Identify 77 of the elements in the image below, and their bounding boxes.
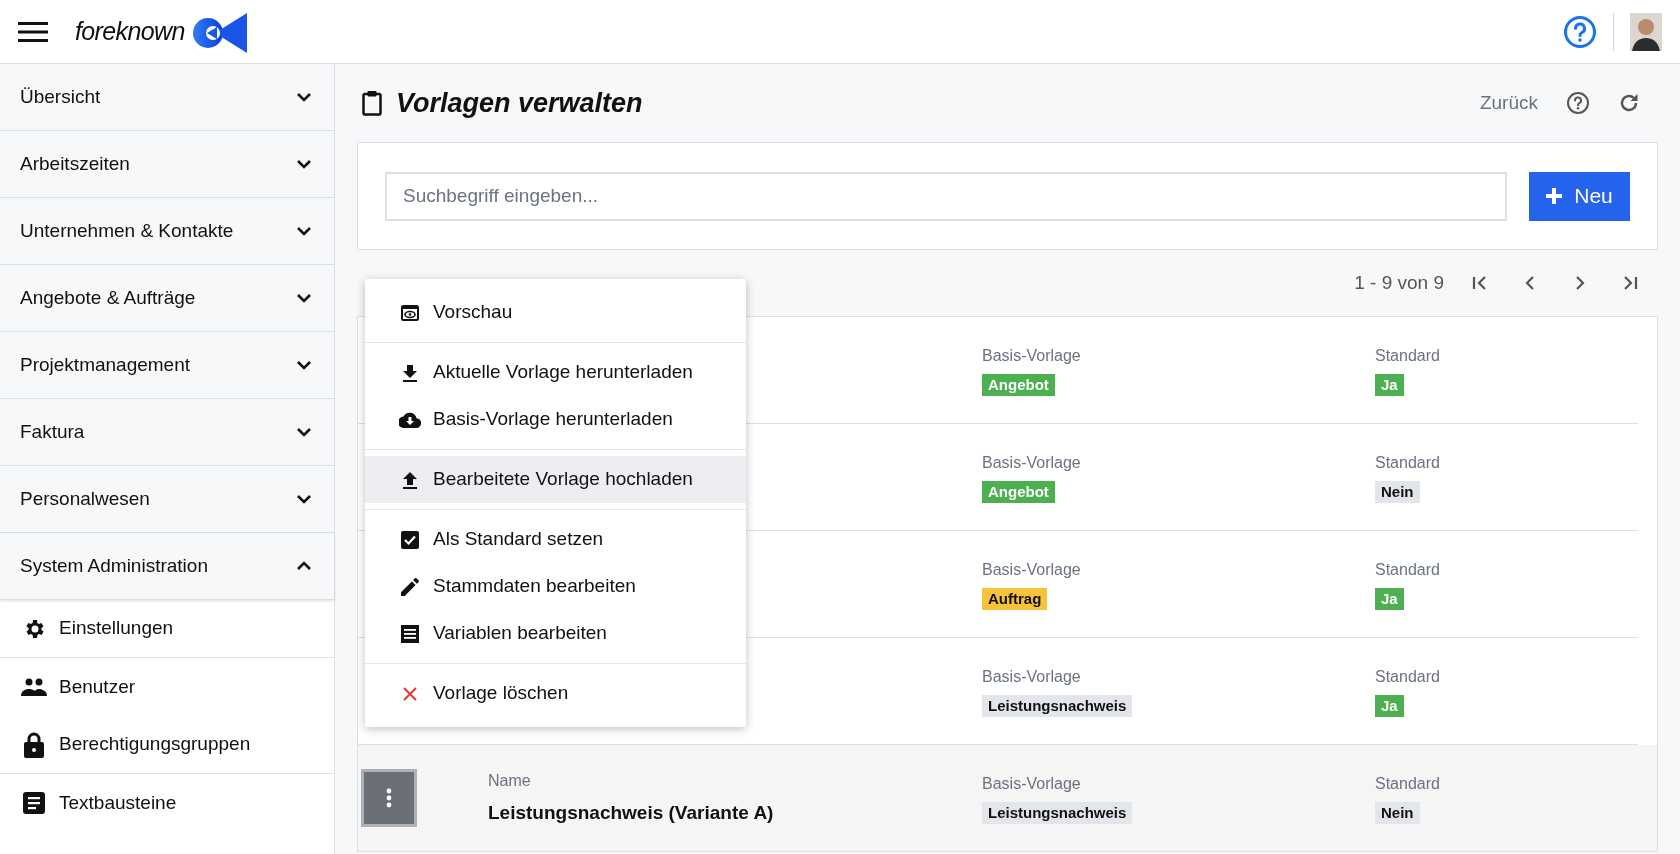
default-status-tag: Ja [1375, 695, 1404, 717]
field-label: Standard [1375, 667, 1440, 687]
pagination-range: 1 - 9 von 9 [1354, 270, 1444, 295]
sidebar-item[interactable]: Einstellungen [0, 600, 334, 658]
chevron-down-icon [296, 494, 312, 504]
chevron-up-icon [296, 561, 312, 571]
new-button[interactable]: Neu [1529, 171, 1630, 221]
field-label: Standard [1375, 453, 1440, 473]
default-status-tag: Nein [1375, 802, 1420, 824]
cloud-download-icon [399, 411, 421, 428]
field-label: Basis-Vorlage [982, 774, 1081, 794]
help-icon[interactable] [1563, 14, 1597, 49]
upload-icon [402, 470, 418, 489]
avatar[interactable] [1630, 12, 1662, 51]
default-status-tag: Ja [1375, 588, 1404, 610]
field-label: Basis-Vorlage [982, 667, 1081, 687]
chevron-down-icon [296, 360, 312, 370]
plus-icon [1546, 188, 1563, 204]
clipboard-icon [362, 90, 382, 116]
sidebar-item[interactable]: Berechtigungsgruppen [0, 716, 334, 774]
template-type-tag: Auftrag [982, 588, 1048, 610]
field-label: Standard [1375, 774, 1440, 794]
sidebar-section[interactable]: Angebote & Aufträge [0, 265, 334, 332]
menu-item[interactable]: Vorlage löschen [365, 670, 746, 717]
template-row[interactable]: Name Leistungsnachweis (Variante A) Basis-Vorlage Leistungsnachweis Standard Nein [358, 745, 1657, 852]
sidebar-section[interactable]: Arbeitszeiten [0, 131, 334, 198]
menu-item[interactable]: Vorschau [365, 289, 746, 336]
template-type-tag: Angebot [982, 374, 1055, 396]
page-title: Vorlagen verwalten [396, 86, 643, 120]
chevron-down-icon [296, 92, 312, 102]
default-status-tag: Ja [1375, 374, 1404, 396]
search-field[interactable]: Suchbegriff eingeben... [385, 171, 1507, 221]
logo-icon [190, 10, 247, 53]
chevron-down-icon [296, 427, 312, 437]
lock-icon [24, 731, 44, 758]
sidebar-section[interactable]: Projektmanagement [0, 332, 334, 399]
menu-icon[interactable] [18, 20, 48, 43]
sidebar-section[interactable]: Faktura [0, 399, 334, 466]
field-label: Basis-Vorlage [982, 346, 1081, 366]
template-type-tag: Leistungsnachweis [982, 802, 1133, 824]
field-label: Basis-Vorlage [982, 560, 1081, 580]
sidebar-section[interactable]: Unternehmen & Kontakte [0, 198, 334, 265]
template-type-tag: Angebot [982, 481, 1055, 503]
field-label: Standard [1375, 560, 1440, 580]
checkbox-icon [401, 530, 419, 549]
refresh-icon[interactable] [1618, 92, 1640, 114]
field-label: Standard [1375, 346, 1440, 366]
sidebar-item[interactable]: Benutzer [0, 658, 334, 716]
template-type-tag: Leistungsnachweis [982, 695, 1133, 717]
document-icon [23, 792, 45, 814]
menu-item[interactable]: Als Standard setzen [365, 516, 746, 563]
download-icon [402, 363, 418, 382]
back-button[interactable]: Zurück [1479, 88, 1538, 118]
field-label: Basis-Vorlage [982, 453, 1081, 473]
field-label: Name [488, 770, 531, 791]
sidebar-item[interactable]: Textbausteine [0, 774, 334, 832]
pencil-icon [401, 577, 419, 596]
users-icon [21, 678, 47, 696]
menu-item[interactable]: Aktuelle Vorlage herunterladen [365, 349, 746, 396]
sidebar-section[interactable]: System Administration [0, 533, 334, 600]
menu-item[interactable]: Bearbeitete Vorlage hochladen [365, 456, 746, 503]
menu-item[interactable]: Stammdaten bearbeiten [365, 563, 746, 610]
menu-item[interactable]: Basis-Vorlage herunterladen [365, 396, 746, 443]
list-icon [401, 624, 419, 643]
logo-text: foreknown [75, 15, 185, 47]
chevron-down-icon [296, 159, 312, 169]
close-icon [402, 685, 418, 702]
default-status-tag: Nein [1375, 481, 1420, 503]
help-icon[interactable] [1566, 91, 1590, 115]
more-icon [386, 788, 392, 808]
template-name: Leistungsnachweis (Variante A) [488, 800, 774, 825]
menu-item[interactable]: Variablen bearbeiten [365, 610, 746, 657]
chevron-down-icon [296, 293, 312, 303]
preview-icon [401, 304, 419, 321]
chevron-down-icon [296, 226, 312, 236]
sidebar-section[interactable]: Übersicht [0, 64, 334, 131]
sidebar-section[interactable]: Personalwesen [0, 466, 334, 533]
